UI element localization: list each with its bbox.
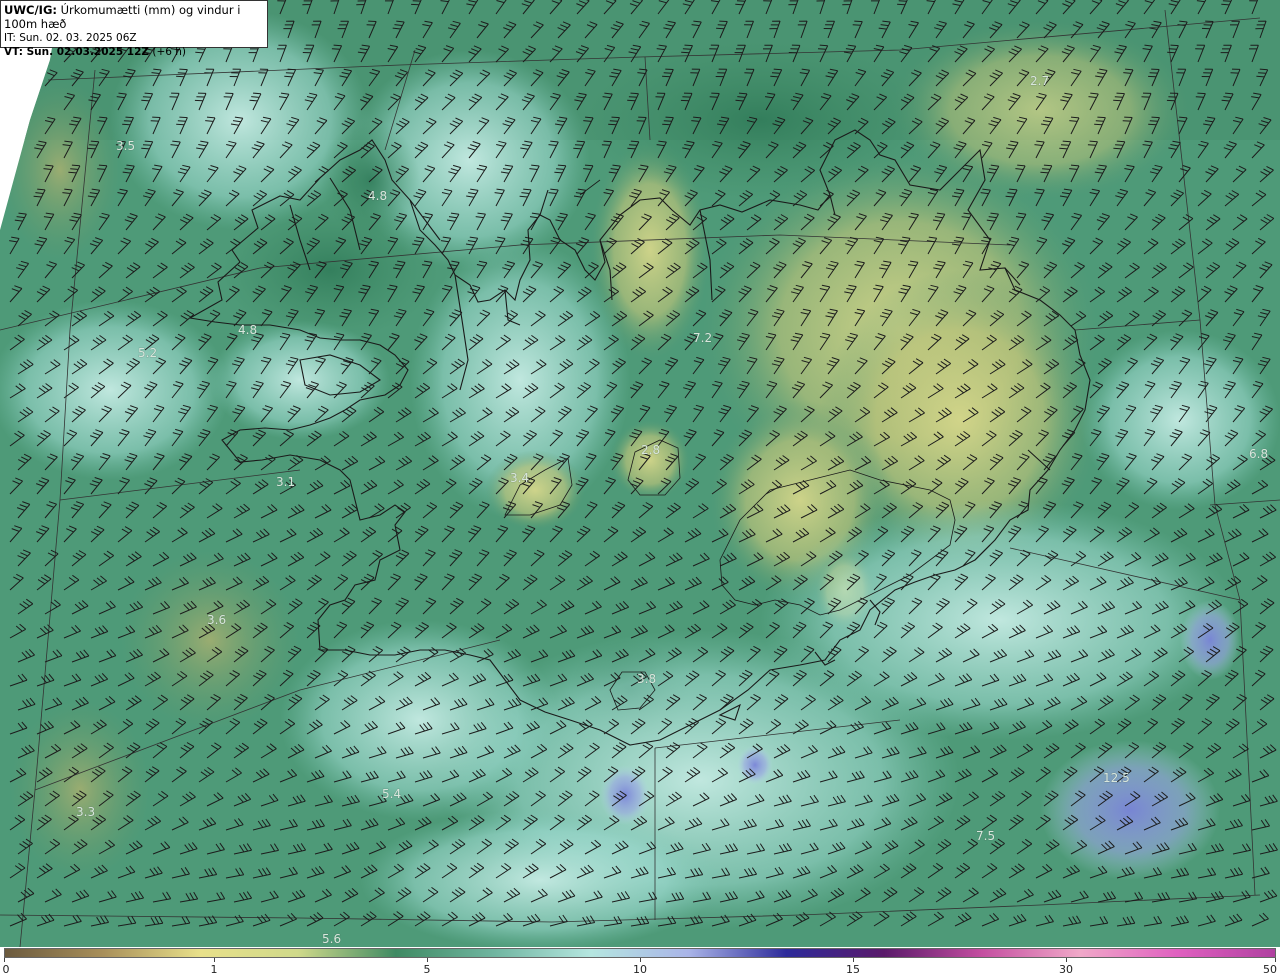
colorbar-strip	[4, 948, 1276, 958]
colorbar-tick	[427, 958, 428, 962]
colorbar-label-0: 0	[2, 963, 10, 976]
label-central-3-4: 3.4	[510, 471, 529, 485]
map-canvas: 3.5 4.8 4.8 5.2 2.7 7.2 2.8 3.4 3.1 6.8 …	[0, 0, 1280, 947]
colorbar-tick	[4, 958, 5, 962]
label-bottom-5-6: 5.6	[322, 932, 341, 946]
label-southwest-3-6: 3.6	[207, 613, 226, 627]
colorbar-label-10: 10	[633, 963, 647, 976]
label-south-sea-5-4: 5.4	[382, 787, 401, 801]
label-far-southwest-3-3: 3.3	[76, 805, 95, 819]
colorbar-label-5: 5	[423, 963, 431, 976]
map-title: UWC/IG: Úrkomumætti (mm) og vindur i 100…	[4, 3, 264, 31]
colorbar-tick	[640, 958, 641, 962]
weather-map: 3.5 4.8 4.8 5.2 2.7 7.2 2.8 3.4 3.1 6.8 …	[0, 0, 1280, 978]
colorbar-legend: 0 1 5 10 15 30 50	[0, 947, 1280, 978]
model-name: UWC/IG:	[4, 3, 57, 17]
colorbar-label-1: 1	[210, 963, 218, 976]
colorbar-tick	[214, 958, 215, 962]
label-southeast-sea-7-5: 7.5	[976, 829, 995, 843]
label-west-5-2: 5.2	[138, 346, 157, 360]
colorbar-label-15: 15	[846, 963, 860, 976]
label-westfjords-4-8-north: 4.8	[368, 189, 387, 203]
valid-time: VT: Sun. 02.03.2025 12Z (+6 h)	[4, 45, 264, 59]
label-west-3-5: 3.5	[116, 139, 135, 153]
colorbar-label-30: 30	[1059, 963, 1073, 976]
lead-time: (+6 h)	[149, 46, 187, 58]
label-westfjords-4-8-south: 4.8	[238, 323, 257, 337]
label-east-6-8: 6.8	[1249, 447, 1268, 461]
colorbar-tick	[853, 958, 854, 962]
label-northeast-2-7: 2.7	[1030, 74, 1049, 88]
valid-time-label: VT: Sun. 02.03.2025 12Z	[4, 46, 150, 58]
label-north-7-2: 7.2	[693, 331, 712, 345]
label-central-2-8: 2.8	[641, 443, 660, 457]
colorbar-tick	[1066, 958, 1067, 962]
init-time: IT: Sun. 02. 03. 2025 06Z	[4, 32, 137, 44]
label-south-3-8: 3.8	[637, 672, 656, 686]
label-snaefellsnes-3-1: 3.1	[276, 475, 295, 489]
colorbar-label-50: 50	[1263, 963, 1277, 976]
colorbar-tick	[1275, 958, 1276, 962]
map-info-box: UWC/IG: Úrkomumætti (mm) og vindur i 100…	[0, 0, 268, 58]
label-southeast-sea-12-5: 12.5	[1103, 771, 1130, 785]
